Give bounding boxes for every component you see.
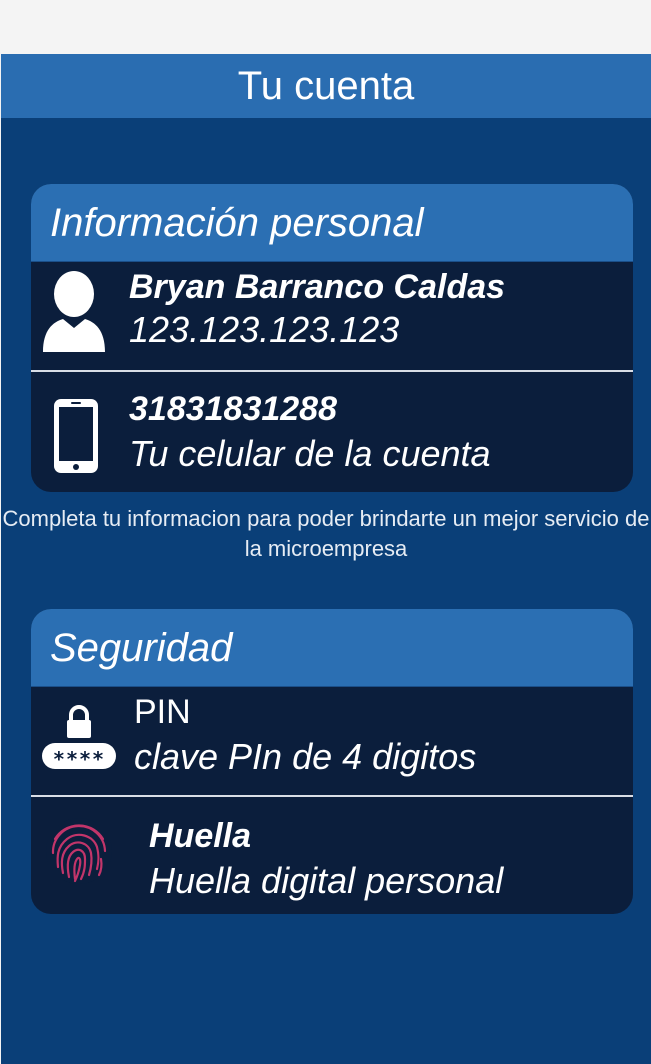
complete-info-note: Completa tu informacion para poder brind… — [2, 506, 650, 561]
fingerprint-label: Huella — [149, 817, 252, 855]
account-screen: Tu cuenta Información personal Bryan Bar… — [1, 54, 651, 1064]
user-icon — [43, 271, 105, 352]
pin-mask: **** — [42, 743, 116, 771]
phone-row[interactable]: 31831831288 Tu celular de la cuenta — [31, 370, 633, 492]
phone-icon — [54, 399, 98, 473]
page-title: Tu cuenta — [1, 54, 651, 118]
phone-description: Tu celular de la cuenta — [129, 433, 491, 474]
user-row[interactable]: Bryan Barranco Caldas 123.123.123.123 — [31, 262, 633, 370]
fingerprint-description: Huella digital personal — [149, 860, 504, 901]
pin-description: clave PIn de 4 digitos — [134, 736, 477, 777]
user-name: Bryan Barranco Caldas — [129, 268, 506, 306]
pin-label: PIN — [134, 693, 191, 731]
phone-number: 31831831288 — [129, 390, 338, 428]
fingerprint-icon — [46, 818, 112, 884]
user-id: 123.123.123.123 — [129, 309, 400, 350]
security-card: Seguridad **** PIN clave PIn de 4 digito… — [31, 609, 633, 914]
pin-row[interactable]: **** PIN clave PIn de 4 digitos — [31, 687, 633, 795]
personal-info-title: Información personal — [31, 184, 633, 262]
personal-info-card: Información personal Bryan Barranco Cald… — [31, 184, 633, 492]
security-title: Seguridad — [31, 609, 633, 687]
lock-pin-icon: **** — [41, 705, 117, 771]
fingerprint-row[interactable]: Huella Huella digital personal — [31, 795, 633, 914]
lock-icon — [67, 705, 91, 738]
